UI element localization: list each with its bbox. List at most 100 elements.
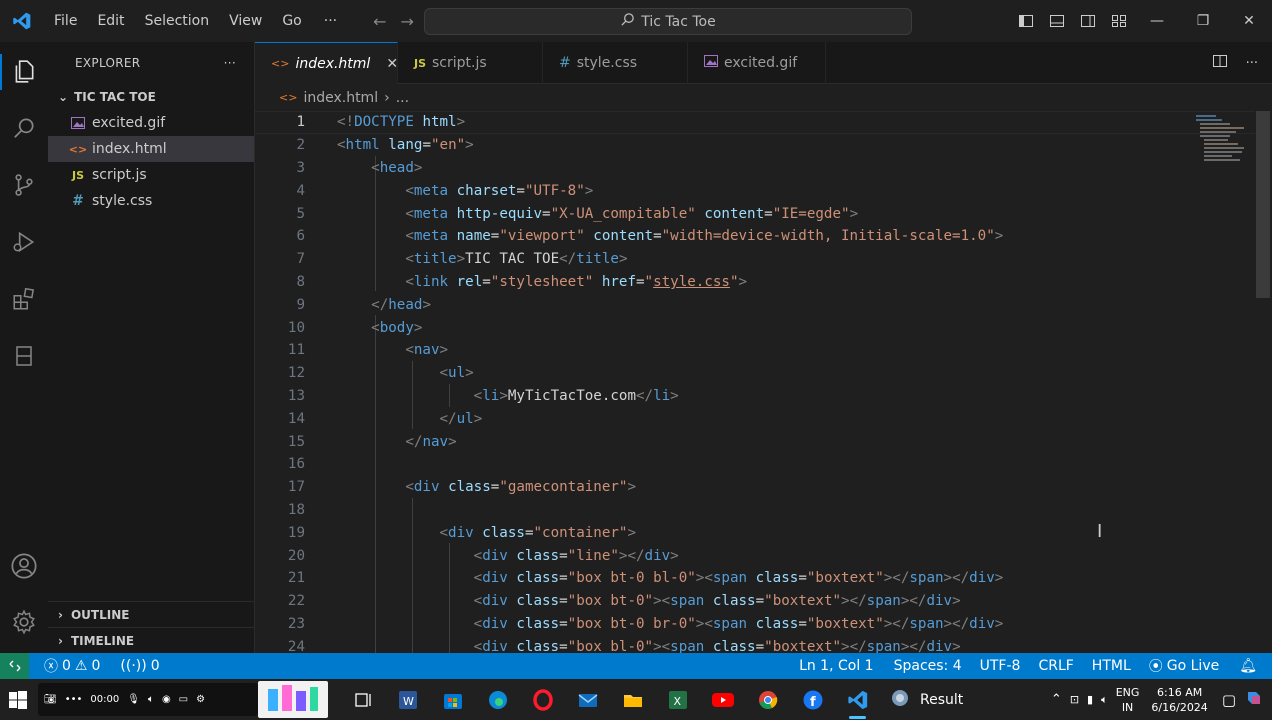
tab-script-js[interactable]: JS script.js [398,42,543,84]
more-actions-icon[interactable]: ··· [1246,56,1258,71]
webcam-icon[interactable]: ◉ [162,694,171,705]
timeline-section[interactable]: › TIMELINE [48,627,255,653]
back-arrow-icon[interactable]: ← [373,12,386,31]
menu-view[interactable]: View [219,0,272,42]
file-index-html[interactable]: <> index.html [48,136,254,162]
clock[interactable]: 6:16 AM 6/16/2024 [1151,685,1207,715]
speaker-icon[interactable]: 🔈︎ [148,694,154,705]
notification-center-icon[interactable]: ▢ [1222,691,1236,709]
notifications-bell-icon[interactable]: 🔔︎ [1232,658,1264,674]
menu-selection[interactable]: Selection [135,0,220,42]
go-live-button[interactable]: ⦿ Go Live [1142,656,1226,676]
code-editor[interactable]: 1 <!DOCTYPE html> 2 <html lang="en"> 3 <he… [255,111,1272,653]
battery-icon[interactable]: ▮ [1087,693,1093,706]
tab-label: excited.gif [724,55,798,71]
mail-icon[interactable] [565,679,610,720]
line-ending[interactable]: CRLF [1031,658,1080,674]
explorer-more-icon[interactable]: ··· [224,56,236,70]
language-indicator[interactable]: ENG IN [1116,685,1140,715]
explorer-icon[interactable] [0,48,48,96]
chevron-down-icon: ⌄ [58,90,69,104]
language-top: ENG [1115,685,1140,699]
file-excited-gif[interactable]: excited.gif [48,110,254,136]
toggle-panel-icon[interactable] [1041,13,1072,29]
run-debug-icon[interactable] [0,218,48,266]
split-editor-icon[interactable] [1212,53,1228,73]
tab-excited-gif[interactable]: excited.gif [688,42,826,84]
tab-style-css[interactable]: # style.css [543,42,688,84]
code-line-12: 12 <ul> [287,365,474,382]
facebook-icon[interactable]: f [790,679,835,720]
menu-more-icon[interactable]: ··· [312,13,349,29]
close-window-button[interactable]: ✕ [1226,0,1272,42]
notebook-icon[interactable] [0,332,48,380]
chrome-icon[interactable] [745,679,790,720]
svg-text:X: X [673,695,681,708]
code-line-9: 9 </head> [296,296,431,313]
copilot-icon[interactable] [1244,688,1264,711]
result-window-button[interactable]: Result [880,688,973,712]
search-view-icon[interactable] [0,104,48,152]
command-center-search[interactable]: Tic Tac Toe [424,8,912,35]
breadcrumb-file[interactable]: index.html [303,90,378,106]
accounts-icon[interactable] [0,542,48,590]
word-icon[interactable]: W [385,679,430,720]
toggle-primary-sidebar-icon[interactable] [1010,13,1041,29]
ports-indicator[interactable]: ((·)) 0 [113,658,166,674]
encoding[interactable]: UTF-8 [973,658,1028,674]
forward-arrow-icon[interactable]: → [401,12,414,31]
excel-icon[interactable]: X [655,679,700,720]
menu-go[interactable]: Go [272,0,311,42]
broadcast-icon: ⦿ [1148,659,1163,675]
tab-index-html[interactable]: <> index.html ✕ [255,42,398,84]
cursor-position[interactable]: Ln 1, Col 1 [792,658,881,674]
vscode-taskbar-icon[interactable] [835,679,880,720]
problems-indicator[interactable]: ⓧ 0 ⚠ 0 [37,656,107,676]
language-mode[interactable]: HTML [1085,658,1138,674]
camera-icon[interactable]: 📷︎ [44,694,57,705]
network-icon[interactable]: ⊡ [1070,693,1079,706]
code-line-19: 19 <div class="container"> [287,524,636,541]
task-view-icon[interactable] [340,679,385,720]
svg-text:f: f [810,695,816,710]
source-control-icon[interactable] [0,161,48,209]
code-line-8: 8 <link rel="stylesheet" href="style.css… [296,273,748,290]
code-line-23: 23 <div class="box bt-0 br-0"><span clas… [287,615,1004,632]
minimize-button[interactable]: — [1134,0,1180,42]
vertical-scrollbar[interactable] [1256,111,1270,298]
breadcrumb-more[interactable]: ... [396,90,409,106]
customize-layout-icon[interactable] [1103,13,1134,29]
menu-file[interactable]: File [44,0,87,42]
globe-app-icon [890,688,910,712]
widget-thumbnail[interactable] [258,681,328,718]
explorer-title: EXPLORER [75,56,141,70]
youtube-icon[interactable] [700,679,745,720]
menu-edit[interactable]: Edit [87,0,134,42]
edge-icon[interactable] [475,679,520,720]
language-bottom: IN [1121,700,1134,714]
file-style-css[interactable]: # style.css [48,188,254,214]
status-bar: ⓧ 0 ⚠ 0 ((·)) 0 Ln 1, Col 1 Spaces: 4 UTF-8… [0,653,1272,679]
microphone-icon[interactable]: 🎙︎ [127,694,140,705]
close-icon[interactable]: ✕ [386,56,398,72]
chevron-right-icon: › [58,607,63,622]
folder-tic-tac-toe[interactable]: ⌄ TIC TAC TOE [48,84,254,110]
minimap[interactable] [1190,111,1248,171]
settings-gear-icon[interactable] [0,598,48,646]
volume-icon[interactable]: 🔈︎ [1101,693,1108,707]
show-hidden-icons-chevron-up-icon[interactable]: ⌃ [1051,692,1062,707]
windows-start-icon[interactable] [0,690,36,709]
window-icon[interactable]: ▭ [179,694,188,705]
remote-window-icon[interactable] [0,653,29,679]
extensions-icon[interactable] [0,275,48,323]
toggle-secondary-sidebar-icon[interactable] [1072,13,1103,29]
code-line-22: 22 <div class="box bt-0"><span class="bo… [287,593,961,610]
indentation[interactable]: Spaces: 4 [887,658,969,674]
outline-section[interactable]: › OUTLINE [48,601,255,627]
opera-icon[interactable] [520,679,565,720]
file-explorer-icon[interactable] [610,679,655,720]
settings-gear-icon[interactable]: ⚙ [196,694,205,705]
store-icon[interactable] [430,679,475,720]
restore-button[interactable]: ❐ [1180,0,1226,42]
file-script-js[interactable]: JS script.js [48,162,254,188]
